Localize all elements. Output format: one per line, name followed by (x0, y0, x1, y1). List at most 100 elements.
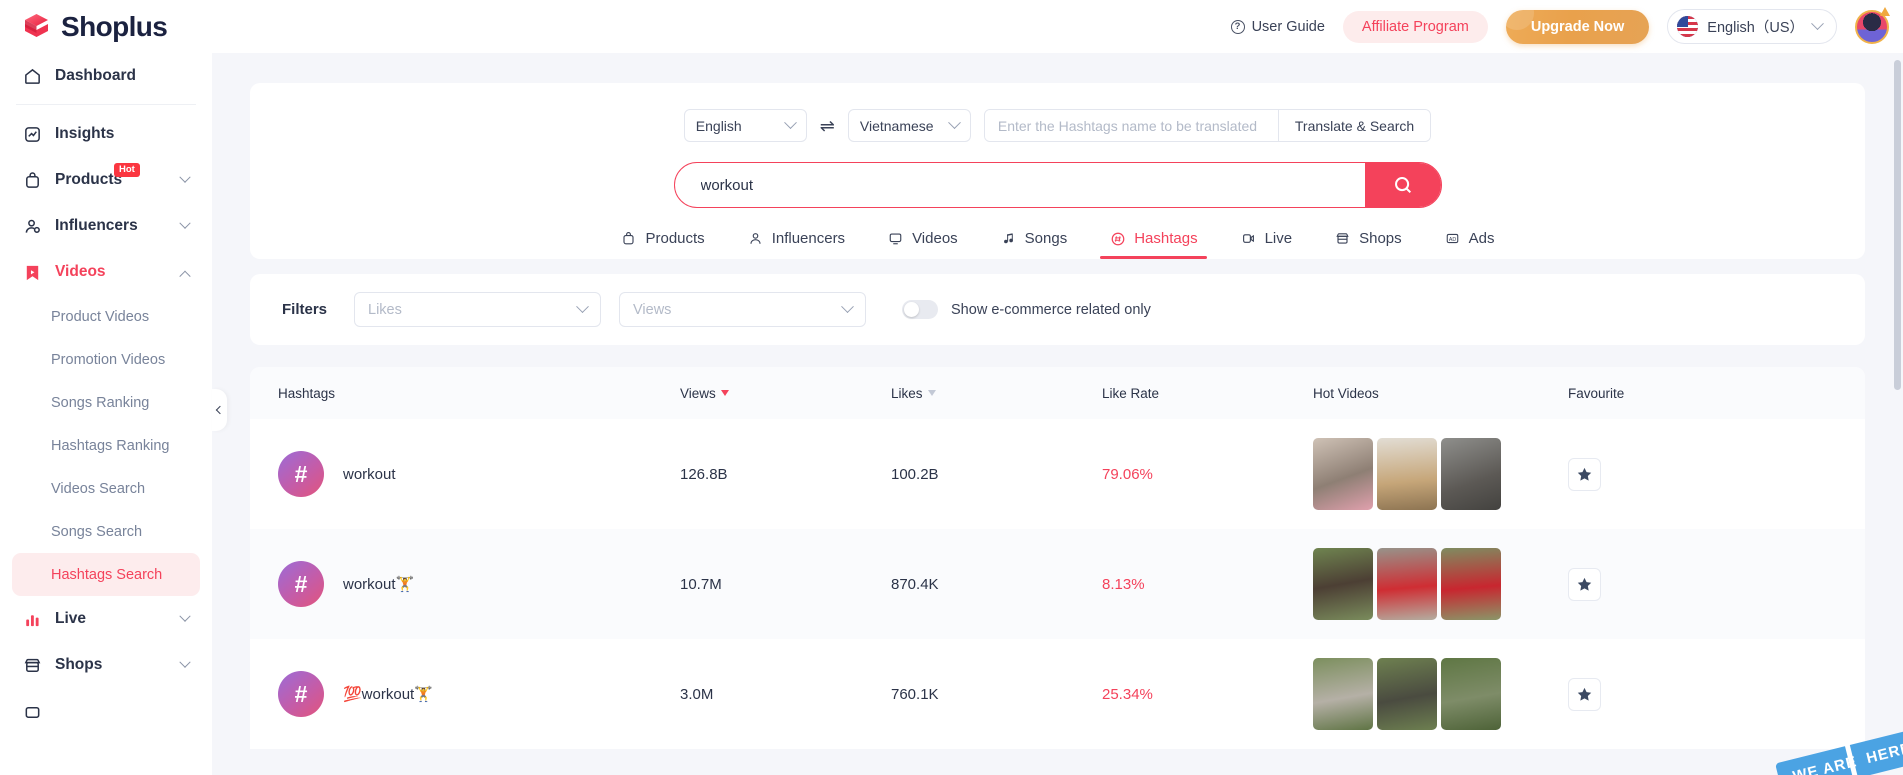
hashtag-name[interactable]: workout🏋 (343, 575, 414, 593)
live-icon (1240, 230, 1257, 247)
insights-icon (23, 125, 42, 144)
hashtag-name[interactable]: workout (343, 466, 396, 483)
search-box (673, 162, 1442, 208)
sidebar-subitem-songs-ranking[interactable]: Songs Ranking (12, 381, 200, 424)
upgrade-now-button[interactable]: Upgrade Now (1505, 9, 1650, 44)
sidebar-label: Products (55, 171, 123, 188)
source-language-value: English (695, 117, 742, 134)
video-thumbnail[interactable] (1441, 438, 1501, 510)
search-icon (1394, 177, 1411, 194)
toggle-knob (904, 302, 920, 317)
target-language-select[interactable]: Vietnamese (847, 109, 971, 142)
table-row[interactable]: # 💯workout🏋 3.0M 760.1K 25.34% (250, 639, 1865, 749)
page-scrollbar-thumb[interactable] (1894, 60, 1901, 390)
column-header-hot-videos: Hot Videos (1313, 386, 1568, 401)
filters-label: Filters (282, 301, 328, 318)
video-thumbnail[interactable] (1313, 548, 1373, 620)
tab-label: Hashtags (1134, 230, 1198, 247)
tab-products[interactable]: Products (599, 230, 725, 259)
column-header-like-rate[interactable]: Like Rate (1102, 386, 1313, 401)
shop-icon (23, 656, 42, 675)
sort-desc-icon (720, 390, 729, 396)
box-icon (23, 702, 42, 721)
sidebar-collapse-toggle[interactable] (212, 389, 227, 431)
table-row[interactable]: # workout 126.8B 100.2B 79.06% (250, 419, 1865, 529)
sidebar-item-dashboard[interactable]: Dashboard (12, 53, 200, 99)
language-selector[interactable]: English（US） (1667, 9, 1837, 44)
column-header-views[interactable]: Views (680, 386, 891, 401)
svg-text:AD: AD (1449, 237, 1457, 243)
tab-hashtags[interactable]: Hashtags (1088, 230, 1218, 259)
column-header-hashtags[interactable]: Hashtags (250, 386, 680, 401)
swap-icon[interactable]: ⇌ (820, 117, 835, 135)
translate-input[interactable] (984, 110, 1278, 141)
translate-search-button[interactable]: Translate & Search (1277, 110, 1431, 141)
sidebar-subitem-videos-search[interactable]: Videos Search (12, 467, 200, 510)
row-hashtag-cell: # workout🏋 (250, 561, 680, 607)
table-row[interactable]: # workout🏋 10.7M 870.4K 8.13% (250, 529, 1865, 639)
tab-shops[interactable]: Shops (1313, 230, 1423, 259)
sidebar-subitem-product-videos[interactable]: Product Videos (12, 295, 200, 338)
hashtag-name[interactable]: 💯workout🏋 (343, 685, 433, 703)
sidebar-item-videos[interactable]: Videos (12, 249, 200, 295)
affiliate-program-button[interactable]: Affiliate Program (1342, 10, 1488, 43)
user-guide-button[interactable]: ? User Guide (1230, 19, 1325, 35)
chevron-down-icon (179, 171, 191, 183)
tab-influencers[interactable]: Influencers (726, 230, 866, 259)
music-icon (1000, 230, 1017, 247)
sidebar-item-shops[interactable]: Shops (12, 642, 200, 688)
column-header-likes[interactable]: Likes (891, 386, 1102, 401)
search-input[interactable] (674, 163, 1365, 207)
target-language-value: Vietnamese (859, 117, 934, 134)
sidebar-subitem-hashtags-ranking[interactable]: Hashtags Ranking (12, 424, 200, 467)
tab-ads[interactable]: AD Ads (1423, 230, 1516, 259)
sidebar-subitem-songs-search[interactable]: Songs Search (12, 510, 200, 553)
search-button[interactable] (1364, 163, 1441, 207)
sidebar-label: Influencers (55, 217, 138, 234)
sidebar-item-influencers[interactable]: Influencers (12, 203, 200, 249)
column-label: Hot Videos (1313, 385, 1379, 401)
result-tabs: Products Influencers Videos Songs Hashta… (250, 230, 1865, 259)
video-thumbnail[interactable] (1377, 438, 1437, 510)
us-flag-icon (1677, 16, 1699, 37)
sidebar-subitem-hashtags-search[interactable]: Hashtags Search (12, 553, 200, 596)
favourite-button[interactable] (1568, 457, 1601, 491)
views-filter-select[interactable]: Views (619, 292, 867, 327)
ecommerce-toggle-label: Show e-commerce related only (951, 301, 1151, 318)
avatar[interactable] (1855, 6, 1890, 44)
bars-icon (23, 610, 42, 629)
chevron-down-icon (576, 300, 589, 314)
row-likes: 760.1K (891, 685, 939, 703)
source-language-select[interactable]: English (683, 109, 807, 142)
tab-label: Live (1264, 230, 1293, 247)
sidebar-item-insights[interactable]: Insights (12, 111, 200, 157)
row-like-rate: 79.06% (1102, 465, 1153, 483)
sidebar-subitem-promotion-videos[interactable]: Promotion Videos (12, 338, 200, 381)
tab-videos[interactable]: Videos (866, 230, 979, 259)
likes-filter-select[interactable]: Likes (354, 292, 602, 327)
person-icon (23, 217, 42, 236)
hot-badge: Hot (114, 163, 140, 177)
sidebar-item-extra[interactable] (12, 688, 200, 734)
sidebar-item-products[interactable]: Products Hot (12, 157, 200, 203)
video-thumbnail[interactable] (1441, 548, 1501, 620)
video-thumbnail[interactable] (1313, 438, 1373, 510)
person-icon (747, 230, 764, 247)
main-content: English ⇌ Vietnamese Translate & Search (212, 53, 1903, 775)
video-thumbnail[interactable] (1441, 658, 1501, 730)
chevron-down-icon (179, 610, 191, 622)
video-thumbnail[interactable] (1377, 658, 1437, 730)
ecommerce-toggle[interactable] (902, 300, 939, 319)
hashtag-icon (1109, 230, 1126, 247)
favourite-button[interactable] (1568, 677, 1601, 711)
translate-input-group: Translate & Search (983, 109, 1432, 142)
star-icon (1577, 467, 1592, 481)
home-icon (23, 67, 42, 86)
video-thumbnail[interactable] (1377, 548, 1437, 620)
brand-logo[interactable]: Shoplus (0, 11, 168, 43)
favourite-button[interactable] (1568, 567, 1601, 601)
tab-live[interactable]: Live (1219, 230, 1314, 259)
sidebar-item-live[interactable]: Live (12, 596, 200, 642)
video-thumbnail[interactable] (1313, 658, 1373, 730)
tab-songs[interactable]: Songs (979, 230, 1089, 259)
